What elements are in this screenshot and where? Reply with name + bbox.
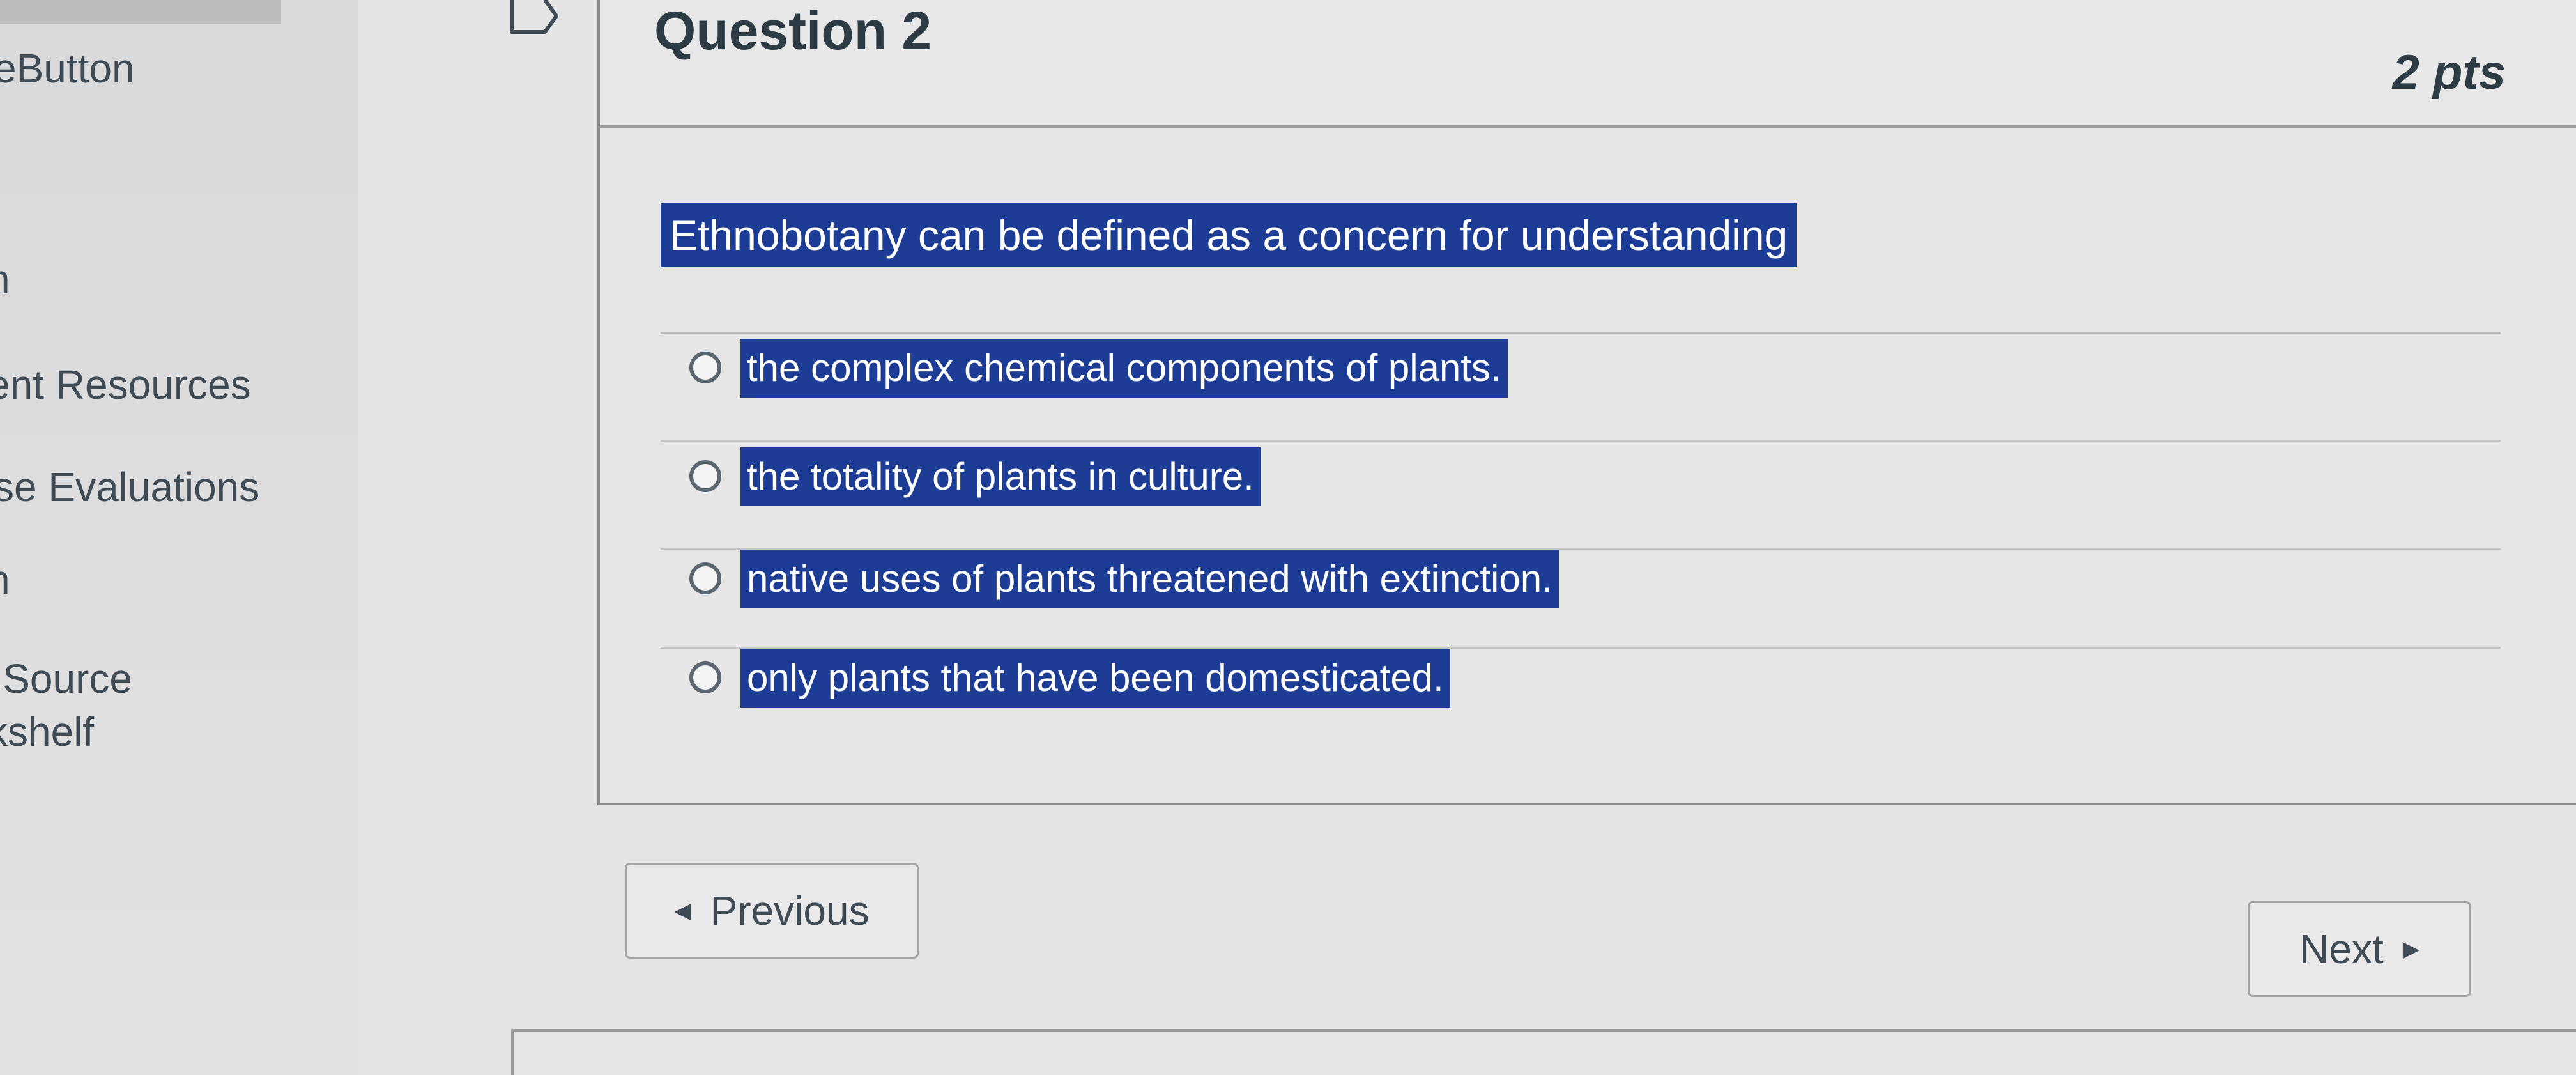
sidebar-item-h[interactable]: h [0,256,10,303]
course-nav-sidebar: eButton h ent Resources se Evaluations n… [0,0,358,1075]
next-button-label: Next [2299,926,2384,972]
next-button[interactable]: Next ▶ [2248,901,2471,997]
sidebar-item-evaluations[interactable]: se Evaluations [0,463,259,511]
answers-divider [661,332,2501,334]
sidebar-item-bookshelf[interactable]: kshelf [0,708,94,755]
question-card: Question 2 2 pts Ethnobotany can be defi… [597,0,2576,805]
answer-separator [661,440,2501,442]
radio-button[interactable] [689,661,721,693]
question-title: Question 2 [654,1,932,61]
sidebar-item-resources[interactable]: ent Resources [0,361,251,408]
bookmark-flag-icon[interactable] [508,0,559,40]
triangle-left-icon: ◀ [674,899,691,923]
sidebar-item-n[interactable]: n [0,556,10,603]
answer-label[interactable]: the totality of plants in culture. [740,447,1261,506]
previous-button-label: Previous [710,888,870,934]
sidebar-item-source[interactable]: lSource [0,655,132,702]
sidebar-item-ebutton[interactable]: eButton [0,45,135,92]
radio-button[interactable] [689,562,721,594]
bottom-panel [511,1029,2576,1075]
radio-button[interactable] [689,460,721,492]
question-text: Ethnobotany can be defined as a concern … [661,203,1797,267]
question-header: Question 2 2 pts [600,0,2576,128]
triangle-right-icon: ▶ [2402,937,2419,961]
answer-label[interactable]: native uses of plants threatened with ex… [740,550,1559,608]
question-points: 2 pts [2392,45,2506,100]
sidebar-top-strip [0,0,281,24]
previous-button[interactable]: ◀ Previous [625,863,919,959]
answer-label[interactable]: the complex chemical components of plant… [740,339,1508,398]
radio-button[interactable] [689,352,721,383]
answer-label[interactable]: only plants that have been domesticated. [740,649,1450,708]
